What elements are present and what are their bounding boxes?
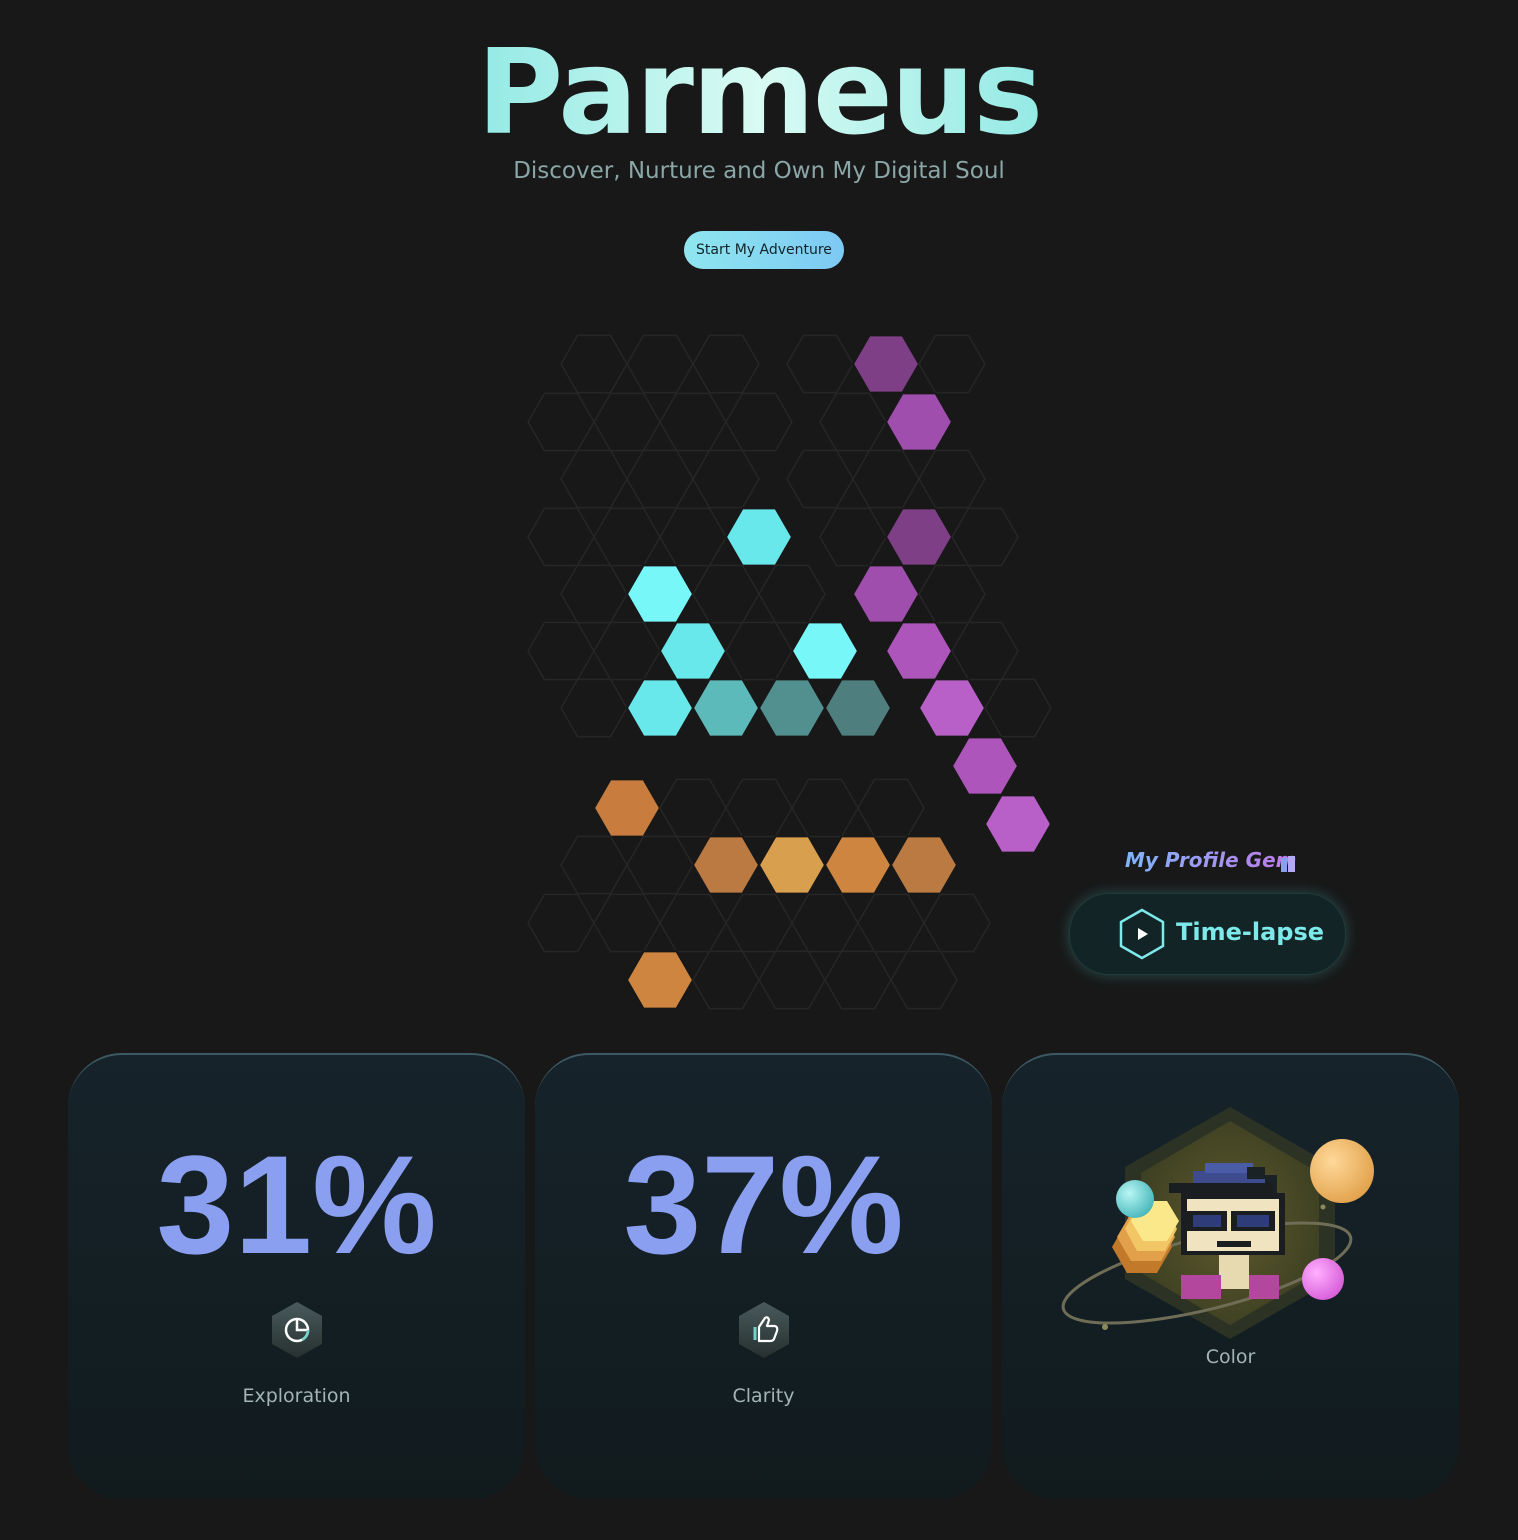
hex-cell-empty [560, 564, 628, 624]
hex-cell-filled [851, 334, 921, 394]
hex-cell-empty [791, 778, 859, 838]
color-card: Color [1002, 1053, 1459, 1499]
gem-icon [1281, 856, 1295, 872]
hex-cell-empty [527, 507, 595, 567]
hex-cell-empty [791, 893, 859, 953]
profile-gem-label: My Profile Gem [1125, 848, 1297, 872]
thumbs-up-icon [739, 1302, 789, 1358]
hex-cell-empty [824, 950, 892, 1010]
hex-cell-empty [527, 893, 595, 953]
hex-cell-filled [625, 678, 695, 738]
hex-cell-empty [692, 950, 760, 1010]
hex-cell-empty [692, 564, 760, 624]
hex-cell-empty [593, 507, 661, 567]
hex-cell-filled [790, 621, 860, 681]
hex-cell-filled [757, 678, 827, 738]
hex-cell-filled [851, 564, 921, 624]
hex-cell-empty [725, 893, 793, 953]
hex-cell-empty [626, 835, 694, 895]
timelapse-button[interactable]: Time-lapse [1069, 893, 1346, 975]
clarity-card: 37% Clarity [535, 1053, 992, 1499]
hex-cell-filled [724, 507, 794, 567]
hex-cell-empty [560, 449, 628, 509]
hex-cell-empty [593, 893, 661, 953]
hex-cell-filled [625, 950, 695, 1010]
hex-cell-empty [984, 678, 1052, 738]
hex-cell-empty [725, 621, 793, 681]
hex-cell-empty [819, 507, 887, 567]
hex-cell-filled [658, 621, 728, 681]
hex-cell-empty [659, 392, 727, 452]
hex-cell-filled [884, 621, 954, 681]
hex-cell-empty [560, 835, 628, 895]
hex-cell-empty [560, 334, 628, 394]
orange-orb [1310, 1139, 1374, 1203]
hex-cell-empty [725, 392, 793, 452]
hex-cell-empty [527, 392, 595, 452]
hex-cell-empty [626, 449, 694, 509]
hex-cell-empty [923, 893, 991, 953]
clarity-value: 37% [623, 1126, 904, 1283]
exploration-card: 31% Exploration [68, 1053, 525, 1499]
hex-cell-filled [691, 835, 761, 895]
hex-cell-empty [819, 392, 887, 452]
hex-cell-filled [757, 835, 827, 895]
hex-cell-empty [593, 621, 661, 681]
hex-cell-empty [758, 950, 826, 1010]
avatar [1169, 1163, 1285, 1299]
hex-cell-empty [560, 678, 628, 738]
exploration-label: Exploration [242, 1385, 351, 1407]
hex-cell-filled [983, 794, 1053, 854]
hex-cell-empty [786, 449, 854, 509]
hex-cell-filled [884, 392, 954, 452]
hex-cell-empty [527, 621, 595, 681]
hex-cell-filled [823, 835, 893, 895]
hex-cell-empty [918, 449, 986, 509]
hex-cell-filled [592, 778, 662, 838]
hex-cell-empty [758, 564, 826, 624]
hex-cell-empty [951, 507, 1019, 567]
hex-cell-empty [593, 392, 661, 452]
cyan-orb [1116, 1180, 1154, 1218]
hex-cell-empty [918, 334, 986, 394]
play-icon [1119, 908, 1165, 960]
clarity-label: Clarity [732, 1385, 795, 1407]
hex-cell-empty [626, 334, 694, 394]
hex-grid [527, 334, 1053, 1010]
pink-orb [1302, 1258, 1344, 1300]
timelapse-label: Time-lapse [1176, 918, 1325, 946]
hex-cell-empty [918, 564, 986, 624]
hex-cell-empty [659, 893, 727, 953]
hex-cell-empty [951, 621, 1019, 681]
hex-cell-empty [692, 449, 760, 509]
hex-cell-empty [890, 950, 958, 1010]
hex-cell-empty [852, 449, 920, 509]
hex-cell-empty [857, 893, 925, 953]
hex-cell-empty [659, 507, 727, 567]
hex-cell-empty [692, 334, 760, 394]
avatar-gem-illustration [1061, 1107, 1374, 1339]
exploration-value: 31% [156, 1126, 437, 1283]
hex-cell-empty [659, 778, 727, 838]
hex-cell-filled [691, 678, 761, 738]
pie-chart-icon [272, 1302, 322, 1358]
hex-cell-filled [950, 736, 1020, 796]
hex-cell-filled [625, 564, 695, 624]
hex-cell-filled [884, 507, 954, 567]
hex-cell-empty [857, 778, 925, 838]
hex-cell-filled [823, 678, 893, 738]
hex-cell-filled [889, 835, 959, 895]
hex-cell-filled [917, 678, 987, 738]
hex-cell-empty [786, 334, 854, 394]
color-label: Color [1205, 1346, 1256, 1368]
hex-cell-empty [725, 778, 793, 838]
